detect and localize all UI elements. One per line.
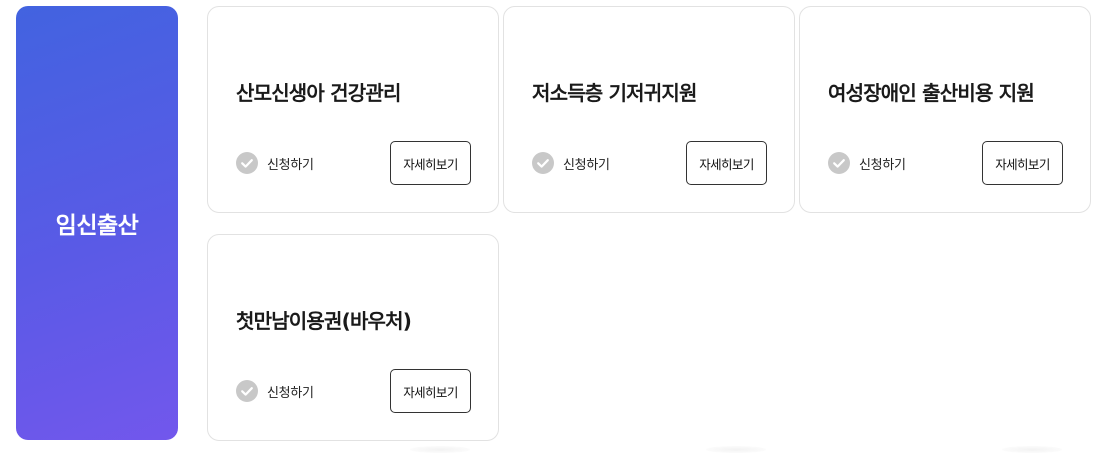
apply-label: 신청하기 — [267, 385, 314, 401]
detail-button[interactable]: 자세히보기 — [686, 141, 767, 185]
category-panel: 임신출산 — [16, 6, 178, 440]
check-circle-icon — [236, 380, 258, 402]
apply-label: 신청하기 — [563, 157, 610, 173]
service-card-title: 저소득층 기저귀지원 — [532, 81, 697, 105]
next-row-shadow — [706, 446, 766, 453]
next-row-shadow — [410, 446, 470, 453]
next-row-shadow — [1002, 446, 1062, 453]
detail-button[interactable]: 자세히보기 — [982, 141, 1063, 185]
service-card: 첫만남이용권(바우처) 신청하기 자세히보기 — [207, 234, 499, 441]
service-card: 저소득층 기저귀지원 신청하기 자세히보기 — [503, 6, 795, 213]
detail-button[interactable]: 자세히보기 — [390, 369, 471, 413]
category-title: 임신출산 — [55, 213, 139, 239]
apply-link[interactable]: 신청하기 — [236, 380, 314, 402]
service-card-title: 산모신생아 건강관리 — [236, 81, 401, 105]
service-card-title: 여성장애인 출산비용 지원 — [828, 81, 1035, 105]
service-card-title: 첫만남이용권(바우처) — [236, 309, 412, 333]
apply-link[interactable]: 신청하기 — [532, 152, 610, 174]
apply-link[interactable]: 신청하기 — [828, 152, 906, 174]
apply-link[interactable]: 신청하기 — [236, 152, 314, 174]
service-card: 산모신생아 건강관리 신청하기 자세히보기 — [207, 6, 499, 213]
check-circle-icon — [236, 152, 258, 174]
check-circle-icon — [828, 152, 850, 174]
apply-label: 신청하기 — [859, 157, 906, 173]
detail-button[interactable]: 자세히보기 — [390, 141, 471, 185]
apply-label: 신청하기 — [267, 157, 314, 173]
service-card: 여성장애인 출산비용 지원 신청하기 자세히보기 — [799, 6, 1091, 213]
check-circle-icon — [532, 152, 554, 174]
